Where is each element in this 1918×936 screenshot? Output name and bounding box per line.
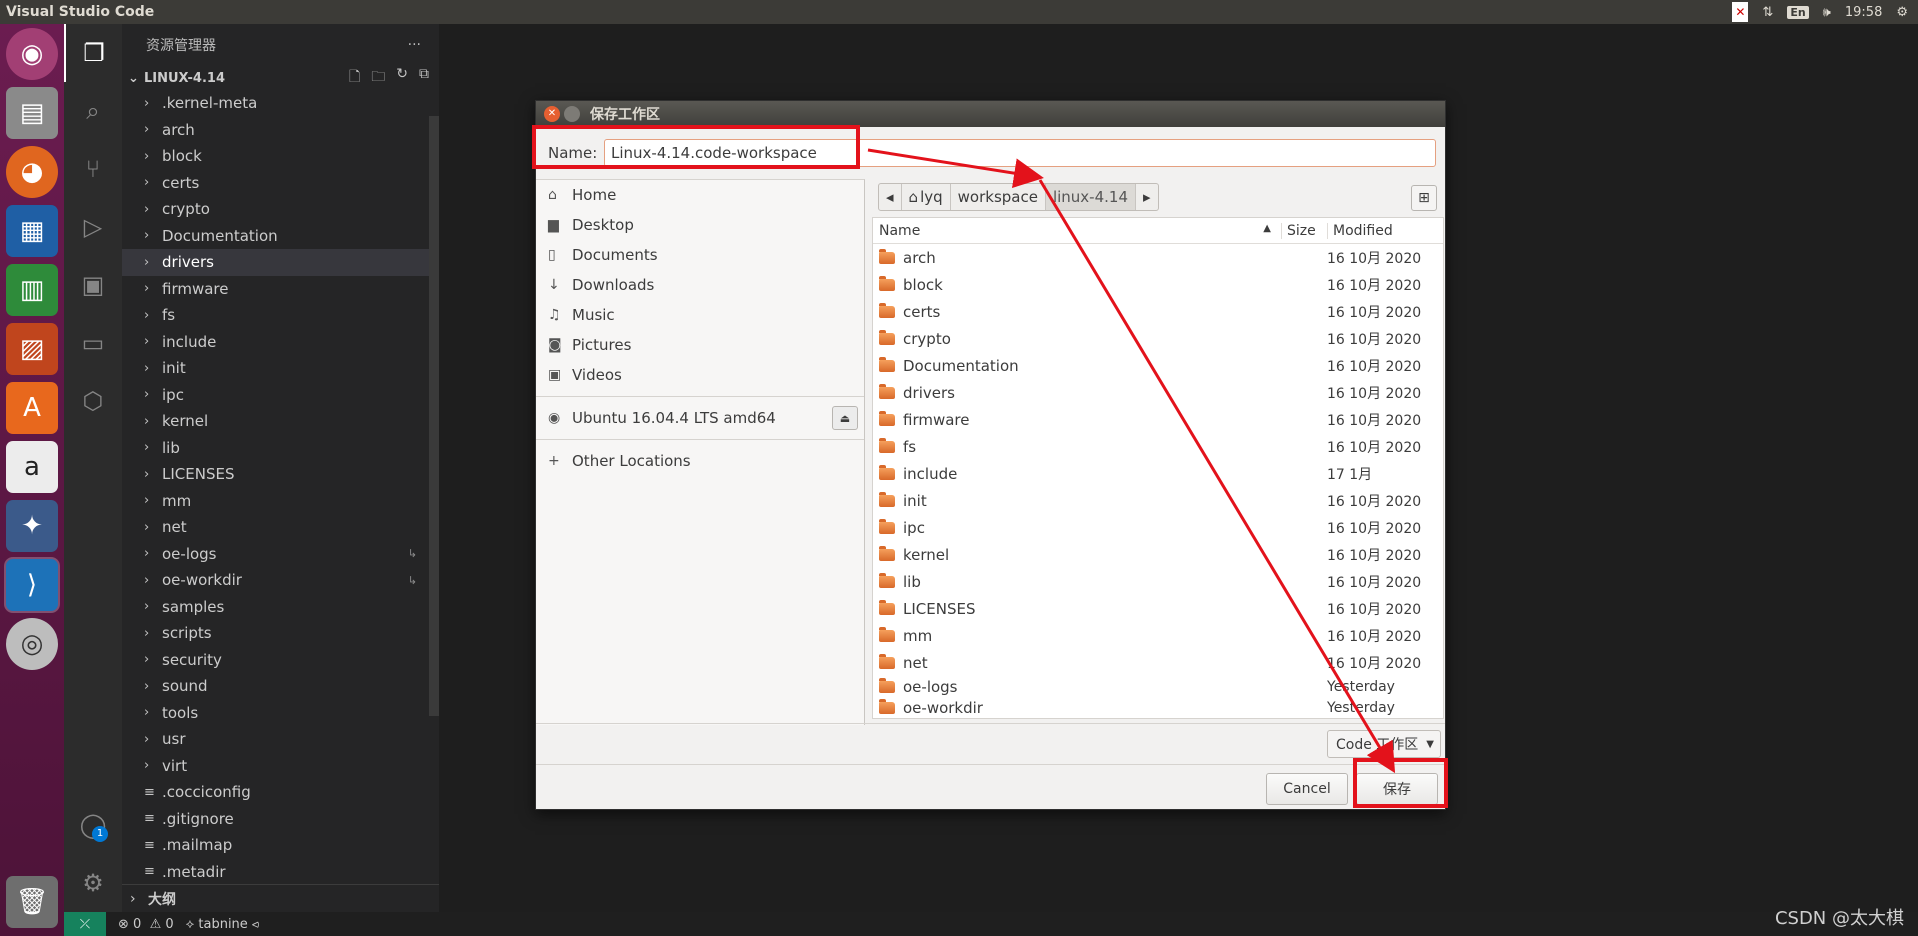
annotation-arrow-path [867, 148, 1044, 189]
annotation-arrow-save [1038, 179, 1396, 774]
annotation-arrows [867, 148, 1396, 774]
